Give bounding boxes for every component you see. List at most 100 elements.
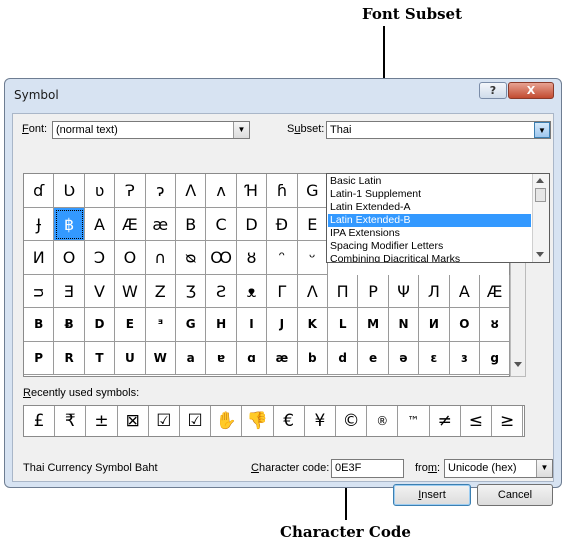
scroll-down-arrow-icon[interactable] — [536, 252, 544, 257]
symbol-cell[interactable]: C — [206, 207, 237, 241]
symbol-cell[interactable]: ɗ — [24, 174, 55, 208]
symbol-cell[interactable]: ɛ — [419, 341, 450, 375]
symbol-cell[interactable]: G — [297, 174, 328, 208]
recent-symbol-cell[interactable]: ™ — [398, 406, 430, 436]
subset-dropdown-list[interactable]: Combining Diacritical Marks Spacing Modif… — [326, 173, 550, 263]
dropdown-scrollbar[interactable] — [532, 174, 549, 262]
symbol-cell[interactable]: ᵕ — [297, 241, 328, 275]
symbol-cell[interactable]: Л — [419, 274, 450, 308]
symbol-cell[interactable]: U — [115, 341, 146, 375]
recent-symbol-cell[interactable]: ≤ — [461, 406, 492, 436]
recent-symbol-cell[interactable]: ¥ — [305, 406, 336, 436]
symbol-cell[interactable]: L — [328, 308, 359, 342]
subset-option[interactable]: Latin Extended-B — [328, 214, 531, 227]
symbol-cell[interactable]: M — [358, 308, 389, 342]
symbol-cell[interactable]: E — [297, 207, 328, 241]
symbol-cell[interactable]: N — [388, 308, 420, 342]
symbol-cell[interactable]: b — [297, 341, 328, 375]
close-button[interactable]: X — [508, 82, 554, 99]
recent-symbol-cell[interactable]: ✋ — [211, 406, 243, 436]
symbol-cell[interactable]: ᴥ — [236, 274, 268, 308]
symbol-cell[interactable]: I — [236, 308, 268, 342]
symbol-cell[interactable]: T — [84, 341, 116, 375]
symbol-cell[interactable]: ฿ — [54, 207, 85, 241]
symbol-cell[interactable]: ∩ — [145, 241, 176, 275]
symbol-cell[interactable]: ʌ — [206, 174, 237, 208]
from-combo[interactable]: Unicode (hex) ▼ — [444, 459, 553, 478]
symbol-cell[interactable]: V — [84, 274, 116, 308]
symbol-cell[interactable]: Π — [328, 274, 359, 308]
recent-symbol-cell[interactable]: ₹ — [55, 406, 87, 436]
subset-combo[interactable]: Thai ▼ — [326, 121, 551, 139]
symbol-cell[interactable]: Ɔ — [84, 241, 116, 275]
symbol-cell[interactable]: g — [480, 341, 511, 375]
symbol-cell[interactable]: И — [419, 308, 450, 342]
symbol-cell[interactable]: E — [115, 308, 146, 342]
recently-used-symbols[interactable]: £ ₹ ± ⊠ ☑ ☑ ✋ 👎 € ¥ © ® ™ ≠ ≤ ≥ — [23, 405, 525, 437]
symbol-cell[interactable]: ᴓ — [176, 241, 207, 275]
recent-symbol-cell[interactable]: € — [274, 406, 305, 436]
font-combo[interactable]: (normal text) ▼ — [52, 121, 250, 139]
symbol-cell[interactable]: A — [449, 274, 480, 308]
symbol-cell[interactable]: ʋ — [84, 174, 116, 208]
symbol-cell[interactable]: ȣ — [236, 241, 268, 275]
chevron-down-icon[interactable]: ▼ — [534, 122, 550, 138]
insert-button[interactable]: Insert — [393, 484, 471, 506]
symbol-cell[interactable]: ɜ — [449, 341, 480, 375]
scroll-thumb[interactable] — [535, 188, 546, 202]
symbol-cell[interactable]: ᴲ — [145, 308, 176, 342]
symbol-cell[interactable]: Ꝏ — [206, 241, 237, 275]
symbol-cell[interactable]: H — [206, 308, 237, 342]
subset-option[interactable]: Latin-1 Supplement — [328, 188, 531, 201]
recent-symbol-cell[interactable]: ≥ — [492, 406, 524, 436]
symbol-cell[interactable]: ᴝ — [24, 274, 55, 308]
symbol-cell[interactable]: e — [358, 341, 389, 375]
symbol-cell[interactable]: W — [115, 274, 146, 308]
recent-symbol-cell[interactable]: ⊠ — [118, 406, 149, 436]
symbol-cell[interactable]: J — [267, 308, 298, 342]
symbol-cell[interactable]: B — [24, 308, 55, 342]
symbol-cell[interactable]: W — [145, 341, 176, 375]
symbol-cell[interactable]: Ʒ — [176, 274, 207, 308]
symbol-cell[interactable]: ᵔ — [267, 241, 298, 275]
symbol-cell[interactable]: O — [449, 308, 480, 342]
recent-symbol-cell[interactable]: ± — [86, 406, 118, 436]
symbol-cell[interactable]: Æ — [115, 207, 146, 241]
symbol-cell[interactable]: Λ — [297, 274, 328, 308]
recent-symbol-cell[interactable]: © — [336, 406, 368, 436]
cancel-button[interactable]: Cancel — [477, 484, 553, 506]
symbol-cell[interactable]: Ɦ — [236, 174, 268, 208]
symbol-cell[interactable]: Đ — [267, 207, 298, 241]
symbol-cell[interactable]: Æ — [480, 274, 511, 308]
symbol-cell[interactable]: O — [54, 241, 85, 275]
symbol-cell[interactable]: P — [24, 341, 55, 375]
symbol-cell[interactable]: æ — [267, 341, 298, 375]
subset-option[interactable]: Spacing Modifier Letters — [328, 240, 531, 253]
symbol-cell[interactable]: K — [297, 308, 328, 342]
symbol-cell[interactable]: O — [115, 241, 146, 275]
recent-symbol-cell[interactable]: ≠ — [430, 406, 461, 436]
symbol-cell[interactable]: ɑ — [236, 341, 268, 375]
symbol-cell[interactable]: D — [84, 308, 116, 342]
symbol-cell[interactable]: Ǝ — [54, 274, 85, 308]
symbol-cell[interactable]: D — [236, 207, 268, 241]
symbol-cell[interactable]: ɐ — [206, 341, 237, 375]
symbol-cell[interactable]: æ — [145, 207, 176, 241]
subset-option[interactable]: Latin Extended-A — [328, 201, 531, 214]
symbol-cell[interactable]: Ƀ — [54, 308, 85, 342]
symbol-cell[interactable]: ə — [388, 341, 420, 375]
symbol-cell[interactable]: Z — [145, 274, 176, 308]
character-code-input[interactable]: 0E3F — [331, 459, 404, 478]
symbol-cell[interactable]: ȣ — [480, 308, 511, 342]
title-bar[interactable]: Symbol ? X — [5, 79, 561, 107]
recent-symbol-cell[interactable]: ® — [367, 406, 399, 436]
symbol-cell[interactable]: Ψ — [388, 274, 420, 308]
symbol-cell[interactable]: Ɉ — [24, 207, 55, 241]
recent-symbol-cell[interactable]: £ — [24, 406, 56, 436]
chevron-down-icon[interactable]: ▼ — [233, 122, 249, 138]
subset-option[interactable]: IPA Extensions — [328, 227, 531, 240]
recent-symbol-cell[interactable]: ☑ — [149, 406, 180, 436]
symbol-cell[interactable]: R — [54, 341, 85, 375]
subset-option[interactable]: Basic Latin — [328, 175, 531, 188]
symbol-cell[interactable]: ɂ — [145, 174, 176, 208]
